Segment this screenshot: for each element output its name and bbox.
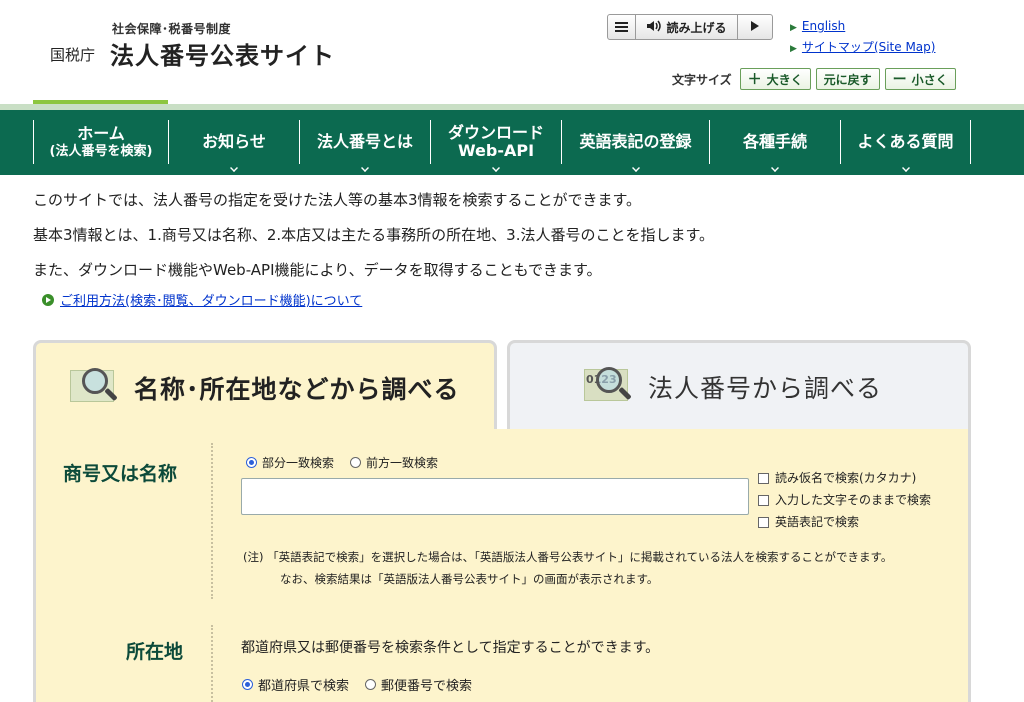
- match-type-radios: 部分一致検索 前方一致検索: [246, 454, 454, 471]
- tts-play-button[interactable]: [738, 15, 772, 39]
- nav-item-home[interactable]: ホーム (法人番号を検索): [33, 120, 168, 164]
- magnifier-number-icon: 0123: [582, 363, 638, 411]
- nav-item-label: 各種手続: [742, 132, 807, 151]
- radio-label: 前方一致検索: [366, 456, 439, 470]
- font-size-label: 文字サイズ: [672, 72, 732, 87]
- minus-icon: ー: [892, 72, 907, 88]
- name-section-title: 商号又は名称: [63, 463, 178, 485]
- sitemap-link[interactable]: サイトマップ(Site Map): [802, 40, 936, 54]
- nav-item-news[interactable]: お知らせ: [168, 120, 299, 172]
- site-header: 社会保障･税番号制度 国税庁 法人番号公表サイト 読み上げる ▶ English …: [0, 0, 1024, 104]
- arrow-circle-icon: [42, 293, 54, 306]
- nav-item-sublabel: (法人番号を検索): [49, 143, 153, 159]
- tts-menu-button[interactable]: [608, 15, 636, 39]
- radio-unchecked[interactable]: [365, 679, 377, 690]
- speaker-icon: [646, 19, 662, 36]
- plus-icon: ＋: [747, 72, 762, 88]
- nav-item-label: ダウンロード: [447, 123, 544, 142]
- address-section-title: 所在地: [126, 641, 184, 663]
- checkbox[interactable]: [758, 494, 769, 506]
- logo-subtitle: 社会保障･税番号制度: [112, 22, 232, 36]
- nav-item-label: ホーム: [77, 123, 125, 143]
- nav-item-procedures[interactable]: 各種手続: [709, 120, 840, 172]
- usage-guide-link[interactable]: ご利用方法(検索･閲覧、ダウンロード機能)について: [60, 290, 362, 309]
- section-divider: [211, 443, 213, 599]
- main-nav: ホーム (法人番号を検索) お知らせ 法人番号とは ダウンロード Web-API…: [0, 110, 1024, 175]
- tab-label: 名称･所在地などから調べる: [134, 374, 460, 404]
- header-links: ▶ English ▶ サイトマップ(Site Map): [790, 17, 935, 59]
- radio-unchecked[interactable]: [350, 457, 362, 468]
- checkbox-label: 入力した文字そのままで検索: [775, 493, 932, 507]
- search-panel: 商号又は名称 部分一致検索 前方一致検索 読み仮名で検索(カタカナ) 入力した文…: [33, 429, 971, 702]
- prefix-match-radio[interactable]: 前方一致検索: [350, 454, 438, 471]
- chevron-down-icon: [492, 164, 500, 172]
- partial-match-radio[interactable]: 部分一致検索: [246, 454, 334, 471]
- font-reset-label: 元に戻す: [823, 72, 872, 87]
- checkbox-label: 英語表記で検索: [775, 515, 860, 529]
- nav-item-label: よくある質問: [857, 132, 954, 151]
- font-larger-label: 大きく: [766, 72, 803, 87]
- note-line: (注) 「英語表記で検索」を選択した場合は、「英語版法人番号公表サイト」に掲載さ…: [243, 550, 893, 564]
- text-to-speech-toolbar: 読み上げる: [607, 14, 773, 40]
- chevron-down-icon: [771, 164, 779, 172]
- triangle-right-icon: ▶: [790, 44, 797, 54]
- radio-label: 部分一致検索: [262, 456, 335, 470]
- radio-checked[interactable]: [242, 679, 253, 690]
- font-smaller-label: 小さく: [911, 72, 948, 87]
- logo-agency: 国税庁: [50, 46, 96, 64]
- triangle-right-icon: ▶: [790, 23, 797, 33]
- tab-search-by-number[interactable]: 0123 法人番号から調べる: [507, 340, 971, 430]
- hamburger-icon: [615, 22, 628, 32]
- intro-line: 基本3情報とは、1.商号又は名称、2.本店又は主たる事務所の所在地、3.法人番号…: [33, 226, 714, 244]
- intro-text: このサイトでは、法人番号の指定を受けた法人等の基本3情報を検索することができます…: [33, 183, 714, 288]
- magnifier-document-icon: [68, 364, 124, 412]
- address-description: 都道府県又は郵便番号を検索条件として指定することができます。: [241, 640, 660, 656]
- nav-item-label: 法人番号とは: [316, 132, 413, 151]
- nav-item-sublabel: Web-API: [457, 141, 535, 160]
- font-size-controls: 文字サイズ ＋ 大きく 元に戻す ー小さく: [672, 68, 961, 90]
- nav-item-english-registration[interactable]: 英語表記の登録: [561, 120, 709, 172]
- checkbox[interactable]: [758, 516, 769, 528]
- radio-label: 都道府県で検索: [258, 679, 350, 694]
- font-larger-button[interactable]: ＋ 大きく: [739, 68, 811, 90]
- play-icon: [750, 20, 760, 35]
- english-search-note: (注) 「英語表記で検索」を選択した場合は、「英語版法人番号公表サイト」に掲載さ…: [243, 546, 892, 590]
- nav-item-faq[interactable]: よくある質問: [840, 120, 971, 172]
- font-smaller-button[interactable]: ー小さく: [884, 68, 956, 90]
- prefecture-search-radio[interactable]: 都道府県で検索: [242, 675, 349, 694]
- name-search-input[interactable]: [241, 478, 749, 515]
- tab-search-by-name[interactable]: 名称･所在地などから調べる: [33, 340, 497, 432]
- kana-search-checkbox[interactable]: 読み仮名で検索(カタカナ): [758, 467, 931, 489]
- checkbox[interactable]: [758, 472, 769, 484]
- chevron-down-icon: [901, 164, 910, 172]
- checkbox-label: 読み仮名で検索(カタカナ): [775, 471, 917, 485]
- radio-checked[interactable]: [246, 457, 257, 468]
- english-link[interactable]: English: [802, 19, 845, 33]
- address-type-radios: 都道府県で検索 郵便番号で検索: [242, 675, 488, 694]
- nav-item-label: お知らせ: [202, 132, 266, 151]
- note-line: なお、検索結果は「英語版法人番号公表サイト」の画面が表示されます。: [280, 572, 659, 586]
- usage-guide: ご利用方法(検索･閲覧、ダウンロード機能)について: [42, 290, 362, 309]
- intro-line: また、ダウンロード機能やWeb-API機能により、データを取得することもできます…: [33, 261, 602, 279]
- nav-item-label: 英語表記の登録: [579, 132, 692, 151]
- postal-code-search-radio[interactable]: 郵便番号で検索: [365, 675, 472, 694]
- font-reset-button[interactable]: 元に戻す: [815, 68, 880, 90]
- intro-line: このサイトでは、法人番号の指定を受けた法人等の基本3情報を検索することができます…: [33, 191, 642, 209]
- tts-read-button[interactable]: 読み上げる: [636, 15, 738, 39]
- section-divider: [211, 625, 213, 702]
- english-search-checkbox[interactable]: 英語表記で検索: [758, 511, 931, 533]
- radio-label: 郵便番号で検索: [381, 679, 473, 694]
- search-option-checkboxes: 読み仮名で検索(カタカナ) 入力した文字そのままで検索 英語表記で検索: [758, 467, 931, 533]
- tts-read-label: 読み上げる: [666, 20, 727, 35]
- logo-title: 法人番号公表サイト: [110, 42, 335, 70]
- tab-label: 法人番号から調べる: [648, 373, 883, 403]
- chevron-down-icon: [361, 164, 369, 172]
- nav-item-about[interactable]: 法人番号とは: [299, 120, 430, 172]
- exact-text-checkbox[interactable]: 入力した文字そのままで検索: [758, 489, 931, 511]
- chevron-down-icon: [230, 164, 238, 172]
- chevron-down-icon: [631, 164, 640, 172]
- nav-item-download[interactable]: ダウンロード Web-API: [430, 120, 561, 172]
